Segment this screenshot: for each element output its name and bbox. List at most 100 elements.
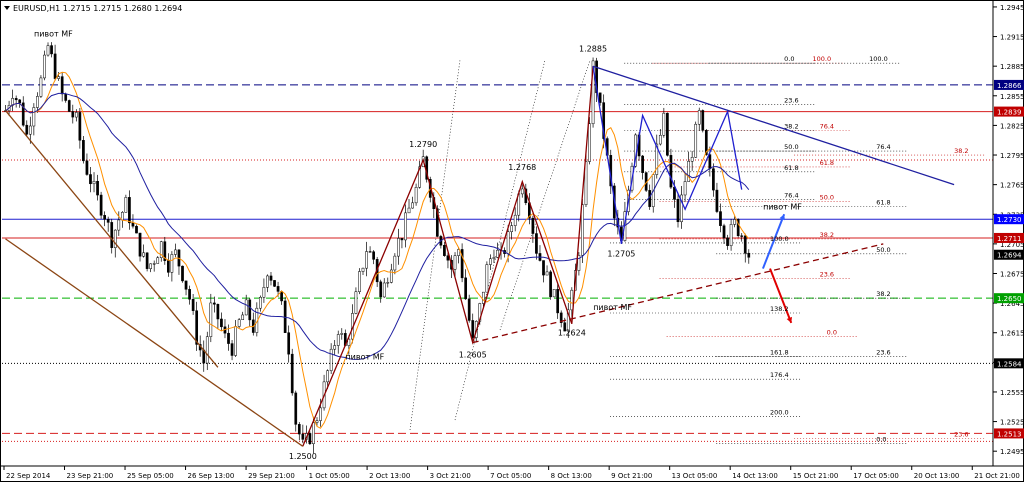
level-price-label: 1.2730 — [997, 216, 1022, 224]
candle-body — [227, 332, 230, 344]
price-annotation: 1.2885 — [579, 44, 607, 53]
candle-body — [103, 215, 106, 220]
candle-body — [106, 219, 110, 223]
candle-body — [326, 370, 329, 383]
y-tick-label: 1.2885 — [1000, 63, 1024, 71]
price-annotation: 1.2624 — [558, 329, 586, 338]
candle-body — [128, 197, 131, 224]
level-price-label: 1.2866 — [997, 82, 1022, 90]
candle-body — [195, 310, 199, 345]
fib-label: 76.4 — [784, 191, 798, 199]
candle-body — [329, 348, 333, 371]
candle-body — [301, 433, 305, 440]
chart-frame — [0, 0, 1024, 482]
candle-body — [489, 258, 492, 265]
candle-body — [386, 282, 390, 284]
candle-body — [262, 287, 266, 298]
x-tick-label: 7 Oct 05:00 — [490, 472, 531, 480]
candle-body — [715, 189, 719, 212]
x-tick-label: 13 Oct 05:00 — [672, 472, 718, 480]
candle-body — [453, 255, 457, 270]
candle-body — [149, 263, 153, 269]
candle-body — [549, 271, 552, 298]
fib-label: 138.2 — [770, 305, 789, 313]
fib-label: 61.8 — [876, 198, 890, 206]
y-tick-label: 1.2675 — [1000, 270, 1024, 278]
candle-body — [71, 111, 75, 118]
fib-label: 23.6 — [784, 97, 798, 105]
y-tick-label: 1.2825 — [1000, 122, 1024, 130]
candle-body — [729, 224, 733, 246]
candle-body — [64, 93, 68, 101]
candle-body — [18, 99, 22, 104]
candle-body — [39, 77, 43, 97]
candle-body — [481, 291, 485, 304]
level-price-label: 1.2584 — [997, 360, 1022, 368]
fib-label: 23.6 — [820, 270, 834, 278]
price-annotation: пивот MF — [345, 352, 384, 361]
candle-body — [662, 112, 666, 136]
candle-body — [269, 275, 273, 281]
candle-body — [581, 204, 584, 256]
candle-body — [142, 252, 145, 257]
x-tick-label: 15 Oct 21:00 — [793, 472, 839, 480]
y-tick-label: 1.2495 — [1000, 448, 1024, 456]
candle-body — [443, 245, 446, 256]
fib-label: 50.0 — [820, 193, 834, 201]
candle-body — [50, 45, 53, 55]
candle-body — [365, 251, 368, 269]
candle-body — [697, 110, 701, 125]
candle-body — [411, 202, 414, 209]
price-annotation: пивот MF — [763, 202, 802, 211]
level-price-label: 1.2650 — [997, 295, 1022, 303]
candle-body — [89, 174, 92, 185]
price-annotation: 1.2605 — [459, 350, 487, 359]
candle-body — [131, 222, 135, 227]
candle-body — [333, 345, 337, 350]
candle-body — [340, 333, 344, 335]
candle-body — [96, 181, 99, 196]
candle-body — [747, 252, 751, 258]
candle-body — [36, 96, 39, 108]
candle-body — [14, 98, 18, 101]
price-annotation: пивот MF — [34, 30, 73, 39]
candle-body — [78, 112, 82, 141]
y-tick-label: 1.2915 — [1000, 34, 1024, 42]
fib-label: 100.0 — [812, 55, 831, 63]
x-tick-label: 29 Sep 21:00 — [248, 472, 295, 480]
candle-body — [485, 264, 489, 293]
price-chart[interactable]: пивот MF 1.2885 1.2790 1.2768 1.2705 пивот MF… — [0, 0, 1024, 482]
candle-body — [276, 286, 280, 292]
candle-body — [117, 219, 121, 231]
candle-body — [273, 280, 276, 287]
candle-body — [290, 353, 294, 394]
candle-body — [531, 217, 535, 234]
candle-body — [319, 407, 322, 421]
candle-body — [496, 249, 499, 258]
candle-body — [241, 314, 245, 320]
price-annotation: 1.2500 — [289, 452, 317, 461]
x-tick-label: 25 Sep 05:00 — [127, 472, 174, 480]
candle-body — [297, 424, 301, 435]
chart-title: EURUSD,H1 1.2715 1.2715 1.2680 1.2694 — [13, 4, 182, 13]
candle-body — [152, 263, 156, 265]
x-tick-label: 26 Sep 13:00 — [188, 472, 235, 480]
candle-body — [726, 237, 729, 246]
candle-body — [404, 212, 407, 241]
candle-body — [740, 235, 744, 237]
candle-body — [259, 296, 262, 309]
fib-label: 161.8 — [770, 348, 789, 356]
candle-body — [733, 219, 736, 225]
x-tick-label: 21 Oct 21:00 — [974, 472, 1020, 480]
candle-body — [372, 251, 375, 260]
candle-body — [85, 160, 89, 175]
candle-body — [294, 392, 298, 425]
candle-body — [234, 326, 237, 356]
x-tick-label: 1 Oct 05:00 — [309, 472, 350, 480]
candle-body — [308, 433, 312, 444]
x-tick-label: 22 Sep 2014 — [6, 472, 51, 480]
candle-body — [471, 320, 475, 338]
candle-body — [361, 267, 365, 272]
chart-window[interactable]: пивот MF 1.2885 1.2790 1.2768 1.2705 пивот MF… — [0, 0, 1024, 482]
candle-body — [57, 76, 60, 79]
